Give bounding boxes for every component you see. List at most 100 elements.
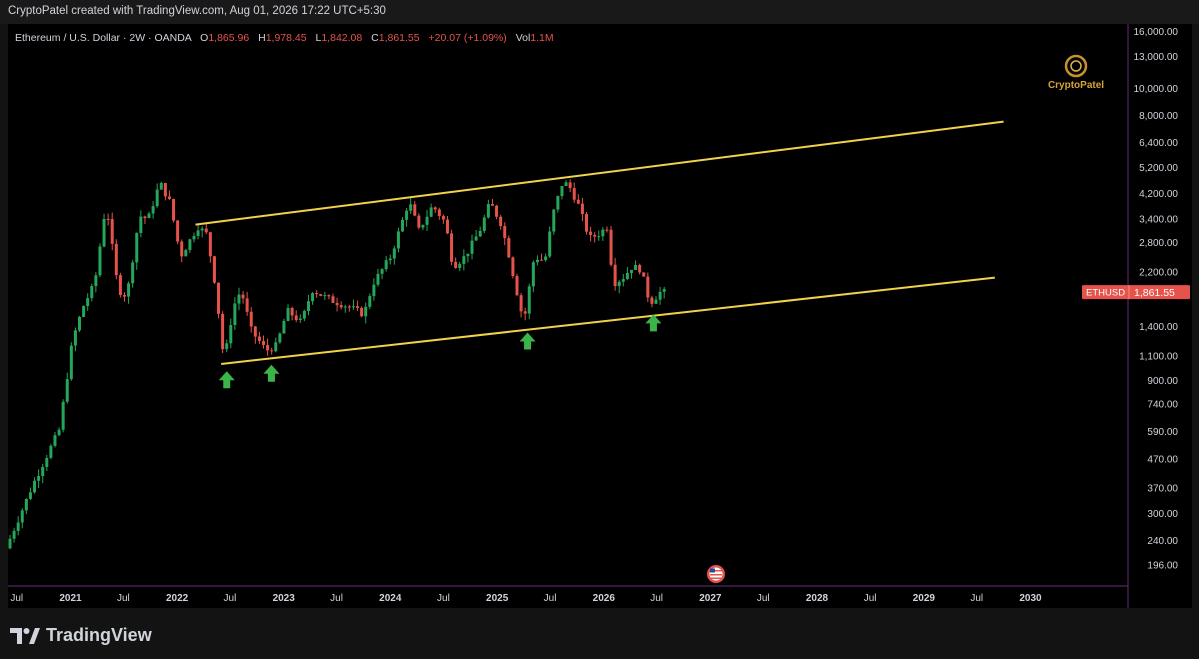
candle-body (356, 306, 360, 308)
candle-body (192, 235, 196, 240)
candle-body (625, 272, 629, 280)
candle-body (102, 218, 106, 247)
candle-body (613, 264, 617, 287)
candle-body (343, 306, 347, 308)
price-tick-label: 240.00 (1147, 536, 1178, 547)
candle-body (180, 241, 184, 257)
tradingview-logo[interactable]: TradingView (10, 625, 152, 646)
candle-body (286, 307, 290, 321)
candle-body (49, 445, 53, 458)
candle-body (396, 231, 400, 249)
candle-body (274, 342, 278, 352)
candle-body (45, 457, 49, 467)
candle-body (167, 196, 171, 199)
candle-body (69, 345, 73, 380)
time-axis[interactable]: Jul 2021 Jul 2022 Jul 2023 Jul 2024 Jul 2025 Jul 20… (10, 593, 1042, 604)
candle-body (245, 298, 249, 312)
candle-body (233, 303, 237, 326)
candle-body (33, 480, 37, 493)
candle-body (421, 224, 425, 228)
candle-body (454, 261, 458, 268)
candle-body (372, 284, 376, 297)
candle-body (188, 239, 192, 250)
time-tick-label: Jul (864, 593, 877, 604)
candle-body (204, 228, 208, 233)
tradingview-logo-icon (10, 627, 40, 644)
time-tick-label: 2022 (166, 593, 189, 604)
candle-body (257, 336, 261, 342)
price-tick-label: 1,400.00 (1139, 322, 1178, 333)
candle-body (568, 182, 572, 189)
candle-body (57, 429, 61, 436)
footer (0, 608, 1199, 659)
candle-body (306, 301, 310, 311)
candle-body (531, 262, 535, 287)
time-tick-label: Jul (117, 593, 130, 604)
candle-body (376, 273, 380, 285)
price-tick-label: 196.00 (1147, 561, 1178, 572)
candle-body (429, 207, 433, 217)
price-tick-label: 470.00 (1147, 455, 1178, 466)
time-tick-label: 2021 (59, 593, 82, 604)
candle-body (540, 259, 544, 261)
candle-body (462, 256, 466, 264)
last-price-tag: ETHUSD 1,861.55 (1082, 285, 1190, 300)
price-tick-label: 6,400.00 (1139, 138, 1178, 149)
candle-body (212, 256, 216, 283)
candle-body (605, 229, 609, 231)
candle-body (331, 296, 335, 303)
candle-body (98, 246, 102, 276)
time-tick-label: Jul (757, 593, 770, 604)
candle-body (82, 306, 86, 317)
candle-body (417, 215, 421, 228)
candle-body (127, 283, 131, 297)
price-tick-label: 2,800.00 (1139, 238, 1178, 249)
candle-body (634, 264, 638, 270)
candle-body (507, 238, 511, 258)
candle-body (253, 326, 257, 337)
candle-body (589, 231, 593, 235)
candle-body (28, 492, 32, 499)
candle-body (311, 293, 315, 302)
candle-body (319, 294, 323, 296)
candle-body (642, 272, 646, 277)
candle-body (249, 311, 253, 327)
candle-body (122, 294, 126, 297)
candle-body (110, 219, 114, 244)
time-tick-label: 2025 (486, 593, 509, 604)
upper-trendline[interactable] (195, 120, 1004, 226)
candle-body (450, 233, 454, 262)
candle-body (466, 253, 470, 257)
candle-body (155, 189, 159, 207)
price-axis[interactable]: 16,000.00 13,000.00 10,000.00 8,000.00 6,400… (1134, 27, 1179, 572)
candle-body (556, 195, 560, 210)
price-chart[interactable]: 16,000.00 13,000.00 10,000.00 8,000.00 6,400… (8, 24, 1192, 608)
chart-area[interactable]: 16,000.00 13,000.00 10,000.00 8,000.00 6,400… (8, 24, 1192, 608)
candle-body (519, 295, 523, 312)
candle-body (560, 185, 564, 196)
attribution-text: CryptoPatel created with TradingView.com… (8, 5, 386, 17)
candle-body (351, 306, 355, 308)
candle-body (315, 293, 319, 295)
candle-body (617, 281, 621, 287)
candle-body (638, 264, 642, 273)
candle-body (413, 204, 417, 216)
price-tick-label: 740.00 (1147, 400, 1178, 411)
price-tick-label: 13,000.00 (1134, 52, 1179, 63)
us-flag-event-icon[interactable] (707, 565, 725, 583)
candle-body (380, 269, 384, 274)
time-tick-label: Jul (330, 593, 343, 604)
candle-body (401, 219, 405, 232)
candle-body (298, 318, 302, 321)
candle-body (139, 216, 143, 233)
attribution-bar: CryptoPatel created with TradingView.com… (0, 0, 1199, 24)
candle-body (646, 276, 650, 298)
candle-body (53, 435, 57, 446)
candle-body (266, 344, 270, 351)
lower-trendline[interactable] (221, 276, 995, 365)
candle-body (486, 204, 490, 218)
candle-body (572, 188, 576, 200)
time-tick-label: Jul (970, 593, 983, 604)
time-tick-label: 2028 (806, 593, 829, 604)
candle-body (544, 256, 548, 261)
